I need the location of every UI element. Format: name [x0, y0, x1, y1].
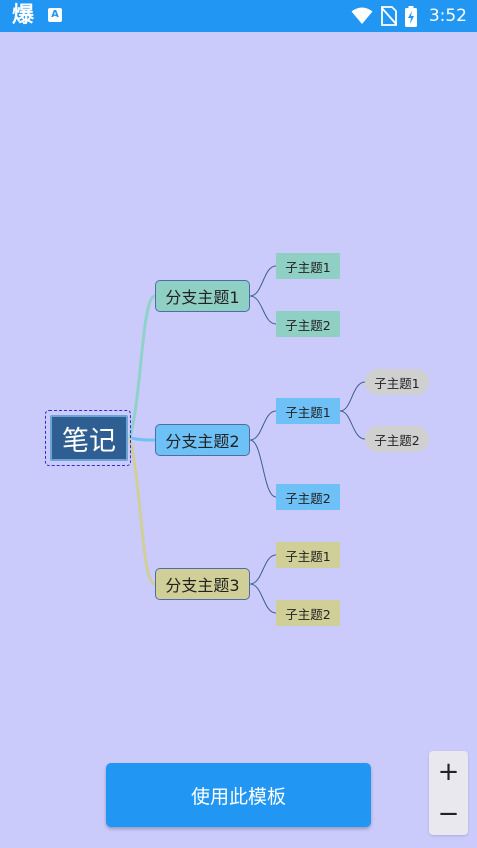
connector-root-branch2	[129, 436, 156, 442]
app-notification-icon: 爆	[12, 3, 35, 28]
connector-b3-s2	[249, 583, 277, 614]
battery-charging-icon	[404, 5, 417, 27]
connector-root-branch1	[128, 294, 156, 439]
subtopic-3-1[interactable]: 子主题1	[276, 542, 340, 568]
leaf-topic-2-1-2[interactable]: 子主题2	[365, 426, 429, 452]
subtopic-1-1[interactable]: 子主题1	[276, 253, 340, 279]
subtopic-1-2[interactable]: 子主题2	[276, 311, 340, 337]
zoom-controls: + −	[429, 751, 468, 835]
status-time: 3:52	[428, 6, 467, 26]
zoom-in-button[interactable]: +	[429, 751, 468, 793]
subtopic-2-1[interactable]: 子主题1	[276, 398, 340, 424]
subtopic-2-2[interactable]: 子主题2	[276, 484, 340, 510]
connector-b3-s1	[249, 554, 277, 585]
connector-s21-l2	[339, 410, 366, 440]
no-sim-icon	[380, 6, 397, 26]
connector-b1-s2	[249, 295, 277, 325]
connector-root-branch3	[128, 437, 156, 586]
connector-b2-s1	[249, 410, 277, 441]
connector-b2-s2	[249, 439, 277, 498]
branch-topic-2[interactable]: 分支主题2	[155, 424, 250, 456]
branch-topic-1[interactable]: 分支主题1	[155, 280, 250, 312]
store-notification-icon: A	[48, 8, 62, 22]
use-template-button[interactable]: 使用此模板	[106, 763, 371, 827]
subtopic-3-2[interactable]: 子主题2	[276, 600, 340, 626]
leaf-topic-2-1-1[interactable]: 子主题1	[365, 369, 429, 395]
connector-s21-l1	[339, 381, 366, 412]
wifi-icon	[351, 7, 373, 24]
status-bar: 爆 A 3:52	[0, 0, 477, 32]
connector-b1-s1	[249, 265, 277, 297]
zoom-out-button[interactable]: −	[429, 793, 468, 835]
mindmap-canvas[interactable]: 笔记 分支主题1 分支主题2 分支主题3 子主题1 子主题2 子主题1 子主题2…	[0, 32, 477, 848]
status-icons: 3:52	[351, 0, 467, 32]
root-topic[interactable]: 笔记	[50, 415, 128, 461]
branch-topic-3[interactable]: 分支主题3	[155, 568, 250, 600]
